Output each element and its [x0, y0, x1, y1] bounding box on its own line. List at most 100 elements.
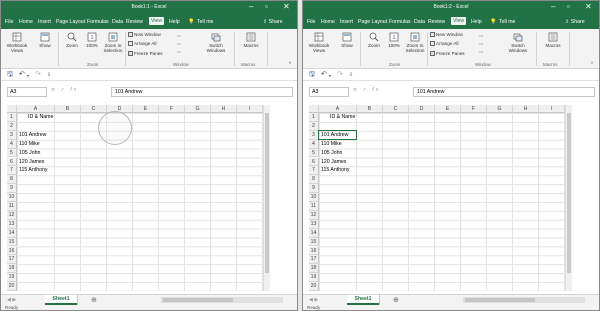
cell-area[interactable]: ID & Name 101 Andrew 110 Mike 105 John 120 J… — [17, 113, 263, 291]
arrange-all-button[interactable]: Arrange All — [430, 41, 458, 47]
row-header[interactable]: 5 — [7, 148, 17, 158]
column-header-d[interactable]: D — [409, 105, 435, 113]
row-header[interactable]: 1 — [309, 113, 319, 122]
save-icon[interactable]: 🖫 — [309, 70, 315, 81]
tab-view[interactable]: View — [149, 17, 165, 25]
macros-button[interactable]: Macros — [239, 32, 263, 48]
cell-a5[interactable]: 105 John — [19, 149, 40, 158]
workbook-views-button[interactable]: Workbook Views — [306, 32, 332, 53]
cell-area[interactable]: ID & Name 101 Andrew 110 Mike 105 John 120 J… — [318, 113, 565, 291]
row-header[interactable]: 15 — [7, 237, 17, 247]
row-header[interactable]: 14 — [309, 228, 319, 238]
redo-icon[interactable]: ↷ — [35, 70, 41, 78]
freeze-panes-button[interactable]: Freeze Panes — [128, 51, 163, 57]
tab-data[interactable]: Data — [414, 19, 425, 25]
row-header[interactable]: 12 — [309, 210, 319, 220]
insert-function-icon[interactable]: fx — [70, 87, 78, 93]
row-header[interactable]: 16 — [309, 246, 319, 256]
cell-a7[interactable]: 115 Anthony — [19, 166, 47, 175]
vertical-scrollbar[interactable] — [565, 105, 572, 291]
row-header[interactable]: 10 — [309, 193, 319, 202]
column-header-c[interactable]: C — [81, 105, 107, 113]
row-header[interactable]: 6 — [309, 157, 319, 167]
row-header[interactable]: 2 — [7, 121, 17, 131]
row-header[interactable]: 11 — [7, 202, 17, 211]
tab-formulas[interactable]: Formulas — [87, 19, 109, 25]
row-header[interactable]: 8 — [309, 175, 319, 185]
sheet-tab[interactable]: Sheet1 — [45, 295, 77, 305]
cancel-icon[interactable]: ✕ — [353, 87, 359, 93]
row-header[interactable]: 6 — [7, 157, 17, 167]
switch-windows-button[interactable]: Switch Windows — [201, 32, 231, 53]
row-header[interactable]: 11 — [309, 202, 319, 211]
row-header[interactable]: 19 — [7, 273, 17, 283]
vertical-scrollbar[interactable] — [263, 105, 270, 291]
select-all-corner[interactable] — [309, 105, 319, 113]
undo-dropdown-icon[interactable]: ▾ — [27, 73, 29, 78]
share-button[interactable]: ⇪ Share — [263, 19, 283, 25]
restore-icon[interactable]: ▫ — [567, 2, 570, 12]
row-header[interactable]: 20 — [309, 282, 319, 291]
cell-a6[interactable]: 120 James — [321, 158, 346, 167]
tab-file[interactable]: File — [5, 19, 13, 25]
zoom-button[interactable]: Zoom — [363, 32, 385, 48]
row-header[interactable]: 4 — [309, 139, 319, 149]
cell-a1[interactable]: ID & Name — [28, 113, 53, 122]
row-header[interactable]: 18 — [7, 264, 17, 274]
tab-view[interactable]: View — [451, 17, 467, 25]
horizontal-scrollbar-thumb[interactable] — [163, 298, 233, 302]
save-icon[interactable]: 🖫 — [7, 70, 13, 81]
row-header[interactable]: 12 — [7, 210, 17, 220]
minimize-icon[interactable]: – — [551, 2, 555, 12]
restore-icon[interactable]: ▫ — [265, 2, 268, 12]
row-header[interactable]: 20 — [7, 282, 17, 291]
column-header-i[interactable]: I — [539, 105, 565, 113]
tab-review[interactable]: Review — [126, 19, 143, 25]
tab-home[interactable]: Home — [321, 19, 335, 25]
horizontal-scrollbar[interactable] — [463, 297, 585, 303]
column-header-b[interactable]: B — [357, 105, 383, 113]
row-header[interactable]: 7 — [309, 166, 319, 176]
row-header[interactable]: 17 — [7, 255, 17, 265]
show-button[interactable]: Show — [336, 32, 358, 48]
minimize-icon[interactable]: – — [249, 2, 253, 12]
switch-windows-button[interactable]: Switch Windows — [503, 32, 533, 53]
sheet-tab[interactable]: Sheet1 — [347, 295, 379, 305]
redo-icon[interactable]: ↷ — [337, 70, 343, 78]
formula-input[interactable]: 101 Andrew — [413, 87, 595, 97]
tab-formulas[interactable]: Formulas — [389, 19, 411, 25]
macros-button[interactable]: Macros — [541, 32, 565, 48]
column-header-e[interactable]: E — [133, 105, 159, 113]
tab-data[interactable]: Data — [112, 19, 123, 25]
show-button[interactable]: Show — [34, 32, 56, 48]
sheet-nav-arrows[interactable]: ◀ ▶ — [309, 297, 318, 303]
cell-a4[interactable]: 110 Mike — [321, 140, 342, 149]
tab-home[interactable]: Home — [19, 19, 33, 25]
row-header[interactable]: 9 — [7, 184, 17, 194]
close-icon[interactable]: ✕ — [283, 2, 290, 12]
formula-input[interactable]: 101 Andrew — [111, 87, 293, 97]
tab-review[interactable]: Review — [428, 19, 445, 25]
tab-page-layout[interactable]: Page Layout — [56, 19, 85, 25]
row-header[interactable]: 14 — [7, 228, 17, 238]
zoom-button[interactable]: Zoom — [61, 32, 83, 48]
tell-me-box[interactable]: Tell me — [197, 19, 213, 25]
column-header-a[interactable]: A — [17, 105, 55, 113]
arrange-all-button[interactable]: Arrange All — [128, 41, 156, 47]
split-hide-unhide-icons[interactable]: ▭ ▭ ▭ — [479, 32, 483, 56]
undo-icon[interactable]: ↶ — [321, 70, 327, 78]
tab-insert[interactable]: Insert — [340, 19, 353, 25]
cell-a4[interactable]: 110 Mike — [19, 140, 40, 149]
column-header-c[interactable]: C — [383, 105, 409, 113]
row-header[interactable]: 7 — [7, 166, 17, 176]
row-header[interactable]: 3 — [7, 130, 17, 140]
collapse-ribbon-icon[interactable]: ^ — [591, 61, 593, 66]
row-header[interactable]: 17 — [309, 255, 319, 265]
row-header[interactable]: 13 — [7, 219, 17, 229]
column-header-g[interactable]: G — [185, 105, 211, 113]
row-header[interactable]: 18 — [309, 264, 319, 274]
column-header-e[interactable]: E — [435, 105, 461, 113]
select-all-corner[interactable] — [7, 105, 17, 113]
column-header-a[interactable]: A — [319, 105, 357, 113]
undo-icon[interactable]: ↶ — [19, 70, 25, 78]
